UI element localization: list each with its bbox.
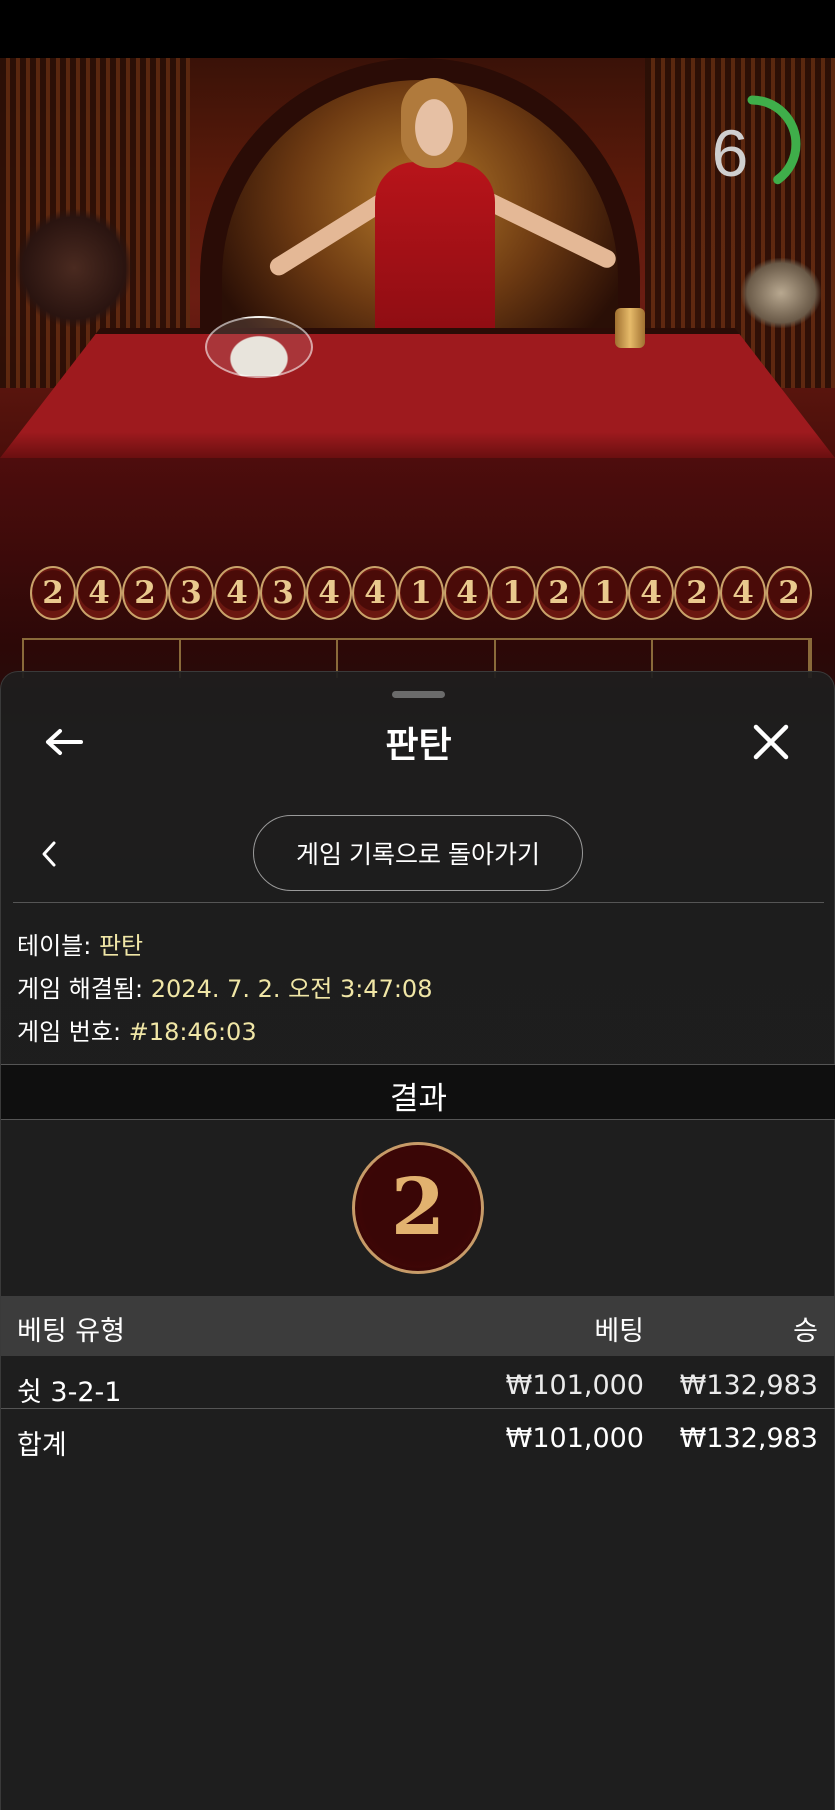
history-result-ball: 1 <box>582 566 628 620</box>
row-bet: ₩101,000 <box>505 1370 644 1401</box>
bead-bowl <box>205 316 313 378</box>
header-bet-type: 베팅 유형 <box>17 1316 125 1347</box>
chevron-left-icon <box>42 841 56 867</box>
game-table <box>0 328 835 458</box>
history-result-ball: 4 <box>76 566 122 620</box>
info-table-value: 판탄 <box>98 932 144 960</box>
history-result-ball: 4 <box>720 566 766 620</box>
history-result-ball: 4 <box>352 566 398 620</box>
total-win: ₩132,983 <box>679 1423 818 1454</box>
history-result-ball: 3 <box>260 566 306 620</box>
divider <box>1 1408 835 1409</box>
info-resolved-label: 게임 해결됨: <box>17 975 144 1003</box>
dragon-statue-decor <box>741 258 821 328</box>
history-result-ball: 4 <box>444 566 490 620</box>
info-table-label: 테이블: <box>17 932 92 960</box>
info-resolved-value: 2024. 7. 2. 오전 3:47:08 <box>150 975 433 1003</box>
dealer <box>365 78 505 352</box>
result-ball: 2 <box>352 1142 484 1274</box>
table-total-row: 합계 ₩101,000 ₩132,983 <box>1 1413 835 1465</box>
results-history-strip: 24234344141214242 <box>30 566 812 620</box>
table-row: 쉿 3-2-1 ₩101,000 ₩132,983 <box>1 1360 835 1412</box>
result-number: 2 <box>390 1162 446 1253</box>
history-result-ball: 4 <box>628 566 674 620</box>
back-to-history-button[interactable]: 게임 기록으로 돌아가기 <box>253 815 583 891</box>
info-table: 테이블: 판탄 <box>17 926 143 961</box>
history-result-ball: 2 <box>674 566 720 620</box>
history-result-ball: 2 <box>30 566 76 620</box>
history-result-ball: 4 <box>214 566 260 620</box>
close-icon <box>753 724 789 760</box>
row-bet-type: 쉿 3-2-1 <box>17 1377 122 1408</box>
dealer-head <box>401 78 467 168</box>
header-win: 승 <box>793 1316 818 1347</box>
result-header-bar: 결과 <box>1 1064 835 1120</box>
info-game-number: 게임 번호: #18:46:03 <box>17 1012 257 1047</box>
row-win: ₩132,983 <box>679 1370 818 1401</box>
info-resolved: 게임 해결됨: 2024. 7. 2. 오전 3:47:08 <box>17 969 432 1004</box>
sheet-drag-handle[interactable] <box>392 691 445 698</box>
history-result-ball: 1 <box>490 566 536 620</box>
info-game-number-value: #18:46:03 <box>128 1018 257 1046</box>
bet-table-header: 베팅 유형 베팅 승 <box>1 1296 835 1356</box>
history-result-ball: 3 <box>168 566 214 620</box>
total-label: 합계 <box>17 1430 67 1461</box>
dealer-torso <box>375 162 495 352</box>
history-result-ball: 1 <box>398 566 444 620</box>
total-bet: ₩101,000 <box>505 1423 644 1454</box>
bonsai-decor <box>14 208 134 328</box>
result-label: 결과 <box>389 1081 448 1117</box>
brass-cup <box>615 308 645 348</box>
previous-button[interactable] <box>31 832 67 876</box>
game-detail-sheet: 판탄 게임 기록으로 돌아가기 테이블: 판탄 게임 해결됨: 2024. 7.… <box>0 671 835 1810</box>
countdown-number: 6 <box>711 116 749 190</box>
close-button[interactable] <box>749 720 793 764</box>
history-result-ball: 4 <box>306 566 352 620</box>
sheet-title: 판탄 <box>385 725 452 766</box>
history-result-ball: 2 <box>536 566 582 620</box>
info-game-number-label: 게임 번호: <box>17 1018 122 1046</box>
history-result-ball: 2 <box>122 566 168 620</box>
header-bet: 베팅 <box>594 1316 644 1347</box>
status-bar <box>0 0 835 58</box>
history-result-ball: 2 <box>766 566 812 620</box>
divider <box>13 902 824 903</box>
